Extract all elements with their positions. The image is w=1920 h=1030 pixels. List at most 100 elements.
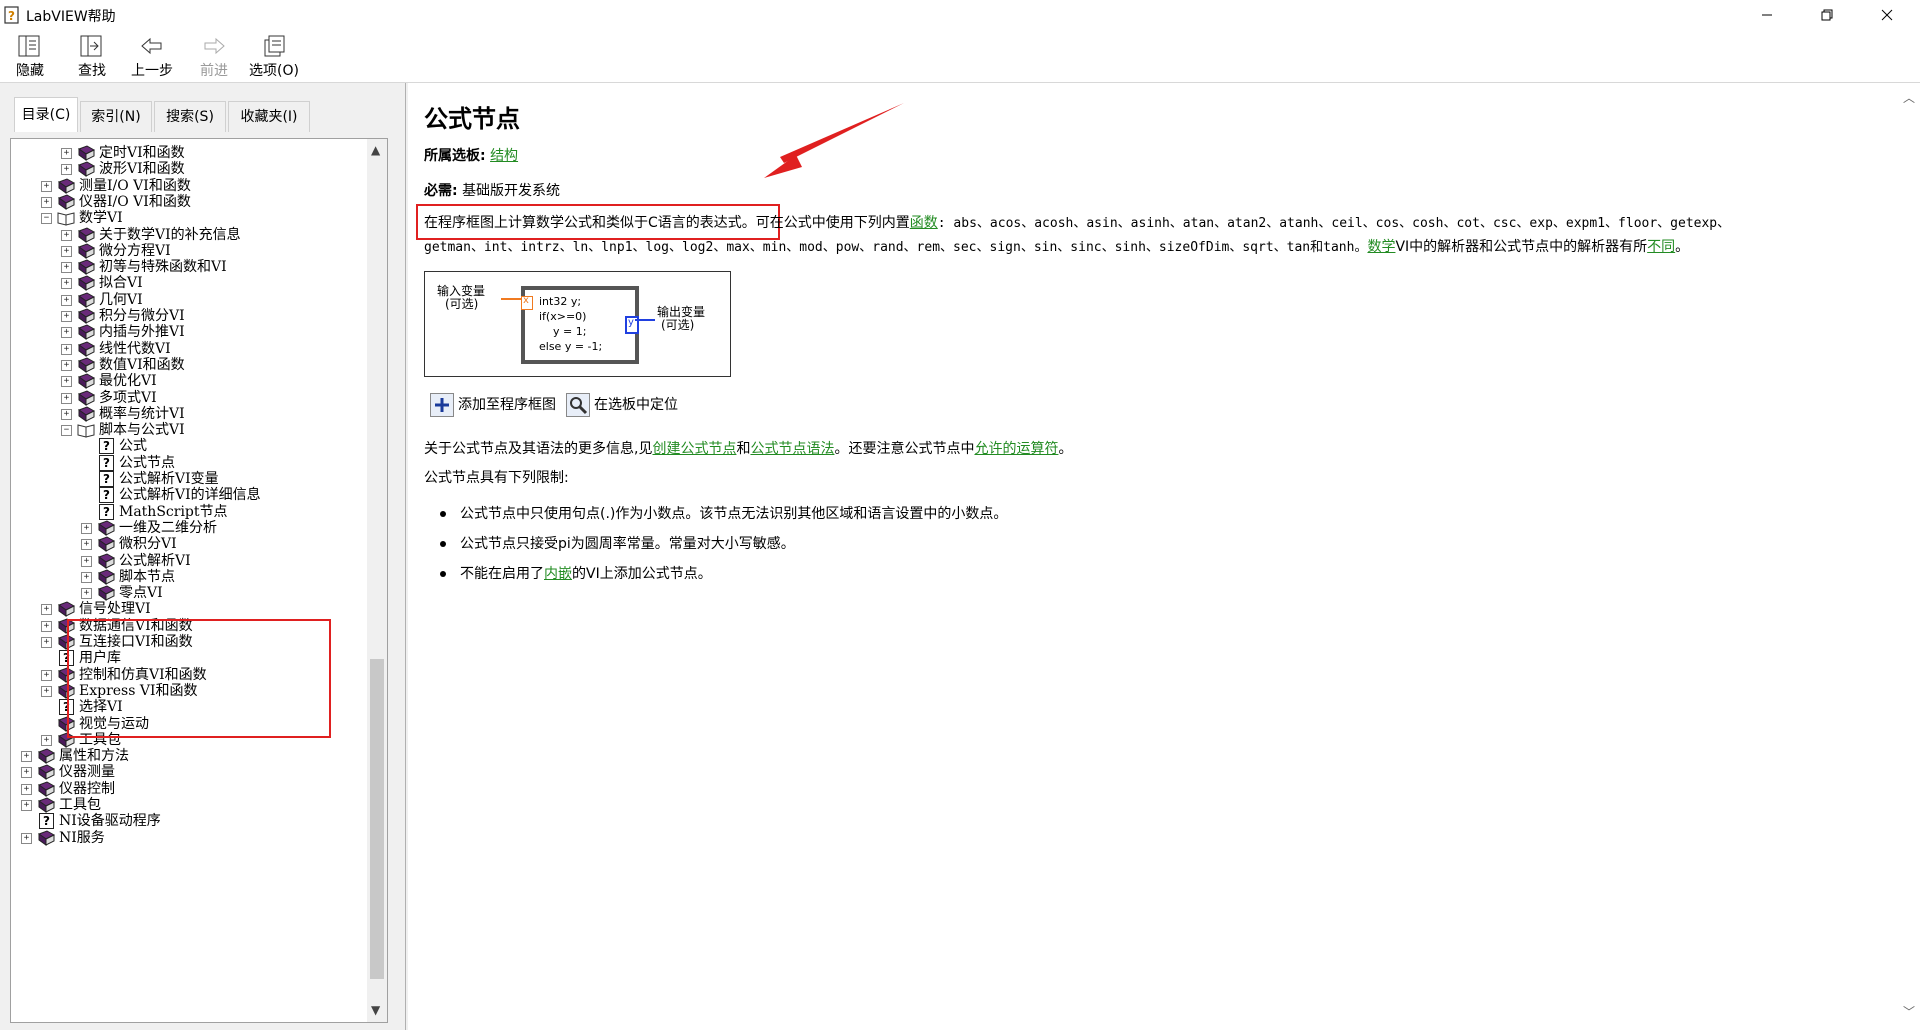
locate-in-palette-button[interactable]: 在选板中定位 bbox=[566, 392, 678, 418]
expand-icon[interactable]: + bbox=[41, 685, 52, 697]
tree-item-label: 定时VI和函数 bbox=[99, 145, 185, 161]
forward-button[interactable]: 前进 bbox=[186, 32, 242, 80]
tab-index[interactable]: 索引(N) bbox=[80, 101, 152, 132]
expand-icon[interactable]: + bbox=[21, 800, 32, 811]
book-icon bbox=[77, 389, 95, 406]
options-button[interactable]: 选项(O) bbox=[246, 32, 302, 80]
book-icon bbox=[97, 585, 115, 602]
input-variable-label: 输入变量 (可选) bbox=[437, 285, 485, 311]
expand-icon[interactable]: + bbox=[81, 539, 92, 551]
expand-icon[interactable]: + bbox=[61, 343, 72, 355]
expand-icon[interactable]: + bbox=[81, 571, 92, 583]
add-to-diagram-label: 添加至程序框图 bbox=[458, 397, 556, 413]
expand-icon[interactable]: + bbox=[61, 294, 72, 306]
locate-icon bbox=[80, 35, 102, 57]
scroll-down-icon[interactable]: ▼ bbox=[371, 1003, 380, 1017]
expand-icon[interactable]: + bbox=[61, 408, 72, 420]
tree-item-label: 几何VI bbox=[99, 291, 143, 308]
expand-icon[interactable]: + bbox=[61, 327, 72, 339]
expand-icon[interactable]: + bbox=[61, 245, 72, 257]
minimize-button[interactable] bbox=[1740, 0, 1794, 30]
help-page-icon: ? bbox=[99, 503, 114, 520]
math-vi-link[interactable]: 数学 bbox=[1367, 239, 1395, 255]
options-icon bbox=[264, 35, 285, 57]
hide-button[interactable]: 隐藏 bbox=[2, 32, 58, 80]
expand-icon[interactable]: + bbox=[41, 604, 52, 616]
expand-icon[interactable]: + bbox=[61, 392, 72, 404]
expand-icon[interactable]: + bbox=[41, 637, 52, 648]
expand-icon[interactable]: + bbox=[21, 767, 32, 779]
tree-scrollbar[interactable]: ▲ ▼ bbox=[367, 139, 387, 1022]
collapse-icon[interactable]: − bbox=[61, 425, 72, 437]
expand-icon[interactable]: + bbox=[61, 262, 72, 274]
functions-line: getman、int、intrz、ln、lnp1、log、log2、max、mi… bbox=[424, 236, 1689, 256]
functions-line-1: : abs、acos、acosh、asin、asinh、atan、atan2、a… bbox=[937, 216, 1731, 231]
expand-icon[interactable]: + bbox=[41, 196, 52, 208]
input-terminal: x bbox=[521, 295, 533, 310]
topic-scroll-down-icon[interactable]: ﹀ bbox=[1903, 1003, 1915, 1020]
expand-icon[interactable]: + bbox=[61, 148, 72, 159]
close-button[interactable] bbox=[1860, 0, 1914, 30]
tree-scroll-thumb[interactable] bbox=[370, 659, 384, 979]
expand-icon[interactable]: + bbox=[21, 783, 32, 795]
contents-tree[interactable]: + 定时VI和函数 + 波形VI和函数 + 测量I/O VI和函数 + 仪器I/O VI和函数… bbox=[10, 138, 388, 1023]
open-book-icon bbox=[57, 212, 75, 226]
expand-icon[interactable]: + bbox=[41, 180, 52, 192]
expand-icon[interactable]: + bbox=[81, 522, 92, 534]
expand-icon[interactable]: + bbox=[61, 164, 72, 176]
expand-icon[interactable]: + bbox=[61, 376, 72, 388]
book-icon bbox=[77, 226, 95, 243]
book-icon bbox=[97, 536, 115, 553]
tree-item-label: 公式解析VI变量 bbox=[119, 471, 219, 487]
forward-arrow-icon bbox=[204, 37, 225, 55]
tab-contents[interactable]: 目录(C) bbox=[14, 97, 78, 132]
pane-splitter[interactable] bbox=[400, 83, 408, 1030]
tree-item-label: 工具包 bbox=[59, 797, 101, 813]
topic-scroll-up-icon[interactable]: ︿ bbox=[1903, 89, 1915, 106]
back-button[interactable]: 上一步 bbox=[124, 32, 180, 80]
collapse-icon[interactable]: − bbox=[41, 213, 52, 225]
different-link[interactable]: 不同 bbox=[1647, 239, 1675, 255]
expand-icon[interactable]: + bbox=[21, 751, 32, 763]
book-icon bbox=[57, 601, 75, 618]
tree-item-label: 一维及二维分析 bbox=[119, 519, 217, 536]
allowed-operators-link[interactable]: 允许的运算符 bbox=[974, 441, 1058, 457]
scroll-up-icon[interactable]: ▲ bbox=[371, 143, 380, 157]
expand-icon[interactable]: + bbox=[61, 311, 72, 322]
expand-icon[interactable]: + bbox=[41, 734, 52, 746]
book-icon bbox=[77, 373, 95, 390]
locate-button[interactable]: 查找 bbox=[64, 32, 120, 80]
topic-scrollbar[interactable]: ︿ ﹀ bbox=[1898, 83, 1920, 1030]
limits-heading: 公式节点具有下列限制: bbox=[424, 470, 569, 486]
create-formula-node-link[interactable]: 创建公式节点 bbox=[652, 441, 736, 457]
parser-text: VI中的解析器和公式节点中的解析器有所 bbox=[1395, 239, 1648, 255]
expand-icon[interactable]: + bbox=[61, 229, 72, 241]
help-page-icon: ? bbox=[99, 471, 114, 487]
expand-icon[interactable]: + bbox=[41, 620, 52, 632]
tree-item-label: 数值VI和函数 bbox=[99, 356, 185, 373]
help-page-icon: ? bbox=[99, 487, 114, 504]
inline-link[interactable]: 内嵌 bbox=[544, 566, 572, 582]
expand-icon[interactable]: + bbox=[41, 669, 52, 681]
tab-search[interactable]: 搜索(S) bbox=[154, 101, 226, 132]
tree-item-label: 公式 bbox=[119, 438, 147, 455]
add-to-diagram-button[interactable]: 添加至程序框图 bbox=[430, 392, 556, 418]
tab-favorites[interactable]: 收藏夹(I) bbox=[228, 101, 310, 132]
options-label: 选项(O) bbox=[249, 63, 299, 79]
limits-list: 公式节点中只使用句点(.)作为小数点。该节点无法识别其他区域和语言设置中的小数点… bbox=[438, 499, 1007, 589]
book-icon bbox=[77, 243, 95, 259]
expand-icon[interactable]: + bbox=[81, 555, 92, 567]
expand-icon[interactable]: + bbox=[61, 278, 72, 290]
tree-item-label: 初等与特殊函数和VI bbox=[99, 259, 227, 276]
restore-button[interactable] bbox=[1800, 0, 1854, 30]
book-icon bbox=[77, 275, 95, 292]
tree-item-label: 测量I/O VI和函数 bbox=[79, 177, 191, 194]
expand-icon[interactable]: + bbox=[81, 588, 92, 600]
formula-syntax-link[interactable]: 公式节点语法 bbox=[750, 441, 834, 457]
input-label-line2: (可选) bbox=[445, 297, 479, 311]
expand-icon[interactable]: + bbox=[21, 832, 32, 844]
tree-item-label: NI设备驱动程序 bbox=[59, 813, 161, 830]
forward-label: 前进 bbox=[200, 63, 228, 79]
tree-item-label: 信号处理VI bbox=[79, 601, 151, 618]
expand-icon[interactable]: + bbox=[61, 359, 72, 371]
